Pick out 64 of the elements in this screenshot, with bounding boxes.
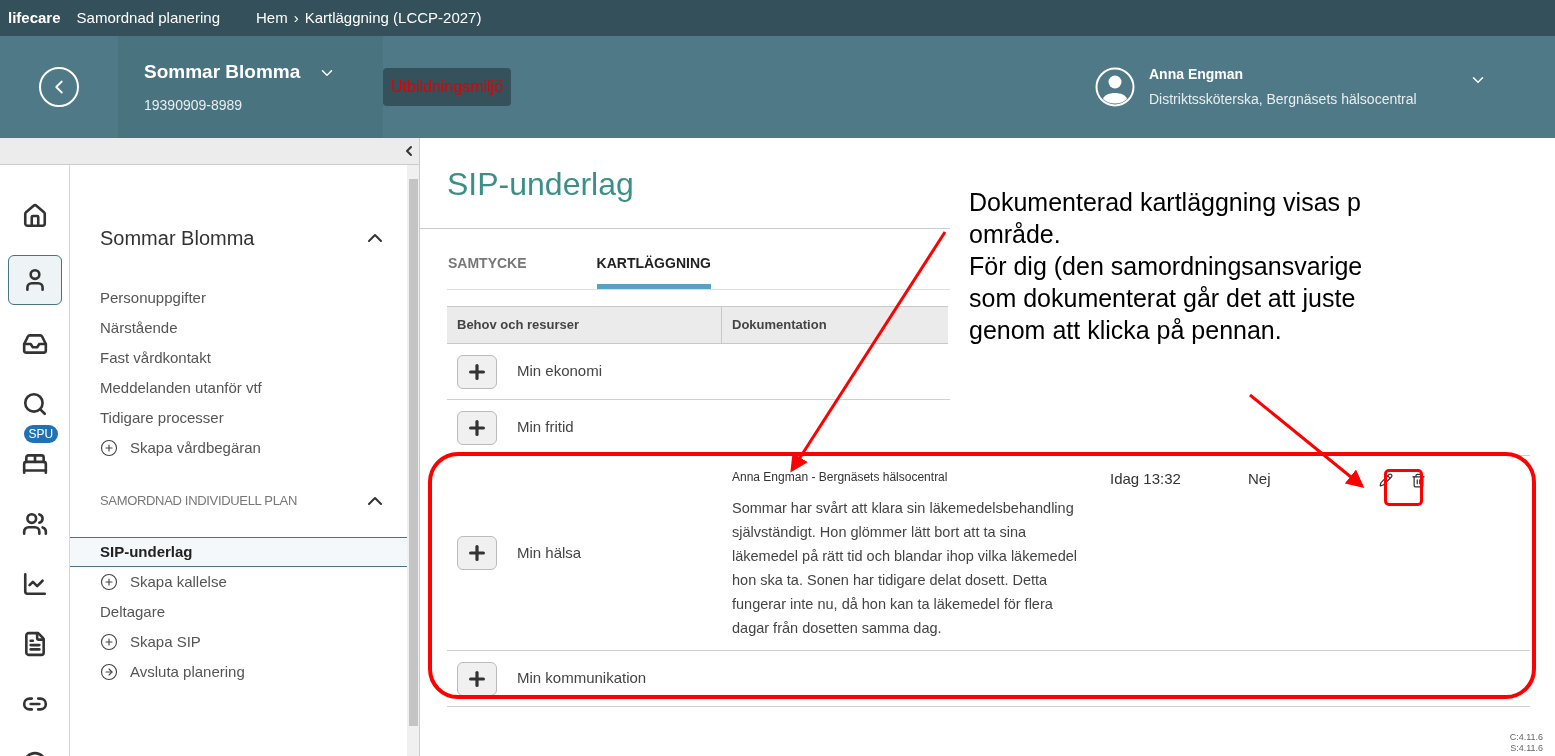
need-label: Min kommunikation — [517, 668, 647, 689]
badge: SPU — [23, 425, 59, 443]
bed-icon — [21, 451, 48, 477]
user-role: Distriktssköterska, Bergnäsets hälsocentral — [1149, 90, 1418, 109]
nav-item[interactable]: Fast vårdkontakt — [70, 343, 407, 373]
tab[interactable]: SAMTYCKE — [448, 253, 527, 289]
breadcrumb-separator: › — [293, 7, 299, 28]
nav-item[interactable]: Skapa kallelse — [70, 567, 407, 597]
chart-icon — [21, 571, 48, 597]
add-button[interactable] — [457, 354, 497, 389]
breadcrumb-link[interactable]: Kartläggning (LCCP-2027) — [304, 6, 482, 30]
environment-badge: Utbildningsmiljö — [383, 68, 512, 106]
home-icon — [21, 203, 48, 229]
person-button[interactable] — [7, 255, 62, 305]
nav-item[interactable]: Skapa vårdbegäran — [70, 433, 407, 463]
search-icon — [21, 391, 48, 417]
nav-item[interactable]: Meddelanden utanför vtf — [70, 373, 407, 403]
logo: lifecare — [8, 7, 61, 28]
inbox-icon — [21, 331, 48, 357]
breadcrumb-link[interactable]: Hem — [256, 6, 288, 30]
need-label: Min ekonomi — [517, 361, 603, 382]
nav-item[interactable]: Tidigare processer — [70, 403, 407, 433]
pencil-icon — [1379, 473, 1393, 487]
annotation-text: område. — [969, 219, 1062, 250]
annotation-text: som dokumenterat går det att juste — [969, 283, 1357, 314]
documentation-text: Sommar har svårt att klara sin läkemedelsbehandling självständigt. Hon glömmer lätt bort att ta sina läkemedel på rätt tid och blandar ihop vilka läkemedel hon ska ta. Sonen har tidigare delat dosett. Detta fungerar inte nu, då hon kan ta läkemedel för flera dagar från dosetten samma dag. — [732, 499, 1078, 638]
add-button[interactable] — [457, 410, 497, 445]
plus-circle-icon — [100, 633, 118, 651]
patient-id: 19390909-8989 — [144, 95, 244, 115]
back-button[interactable] — [39, 67, 79, 107]
need-label: Min hälsa — [517, 542, 582, 563]
user-name: Anna Engman — [1149, 65, 1245, 84]
app-name: Samordnad planering — [76, 7, 220, 28]
add-button[interactable] — [457, 661, 497, 696]
annotation-text: För dig (den samordningsansvarige — [969, 251, 1364, 282]
nav-item[interactable]: Skapa SIP — [70, 627, 407, 657]
skip-circle-icon — [100, 663, 118, 681]
avatar-icon — [1095, 67, 1135, 107]
page-title: SIP-underlag — [447, 165, 634, 204]
version-text: S:4.11.6 — [1510, 743, 1543, 754]
flag-text: Nej — [1248, 469, 1272, 489]
section-title: SAMORDNAD INDIVIDUELL PLAN — [100, 492, 297, 511]
annotation-text: genom att klicka på pennan. — [969, 315, 1283, 346]
plus-circle-icon — [100, 573, 118, 591]
tab[interactable]: KARTLÄGGNING — [596, 253, 711, 289]
plus-icon — [466, 542, 488, 564]
date-text: Idag 13:32 — [1110, 469, 1182, 489]
annotation-text: Dokumenterad kartläggning visas p — [969, 187, 1362, 218]
section-title: Sommar Blomma — [100, 226, 255, 251]
plus-circle-icon — [100, 439, 118, 457]
version-text: C:4.11.6 — [1509, 732, 1543, 743]
nav-item[interactable]: Deltagare — [70, 597, 407, 627]
group-icon — [21, 511, 48, 537]
need-label: Min fritid — [517, 417, 574, 438]
column-header: Behov och resurser — [447, 307, 722, 343]
add-button[interactable] — [457, 536, 497, 570]
nav-item[interactable]: Personuppgifter — [70, 283, 407, 313]
author-text: Anna Engman - Bergnäsets hälsocentral — [732, 469, 949, 486]
trash-icon — [1410, 472, 1426, 488]
column-header: Dokumentation — [731, 316, 828, 335]
nav-item[interactable]: Närstående — [70, 313, 407, 343]
patient-name: Sommar Blomma — [144, 60, 301, 84]
nav-item[interactable]: Avsluta planering — [70, 657, 407, 687]
nav-item[interactable]: SIP-underlag — [70, 537, 407, 567]
